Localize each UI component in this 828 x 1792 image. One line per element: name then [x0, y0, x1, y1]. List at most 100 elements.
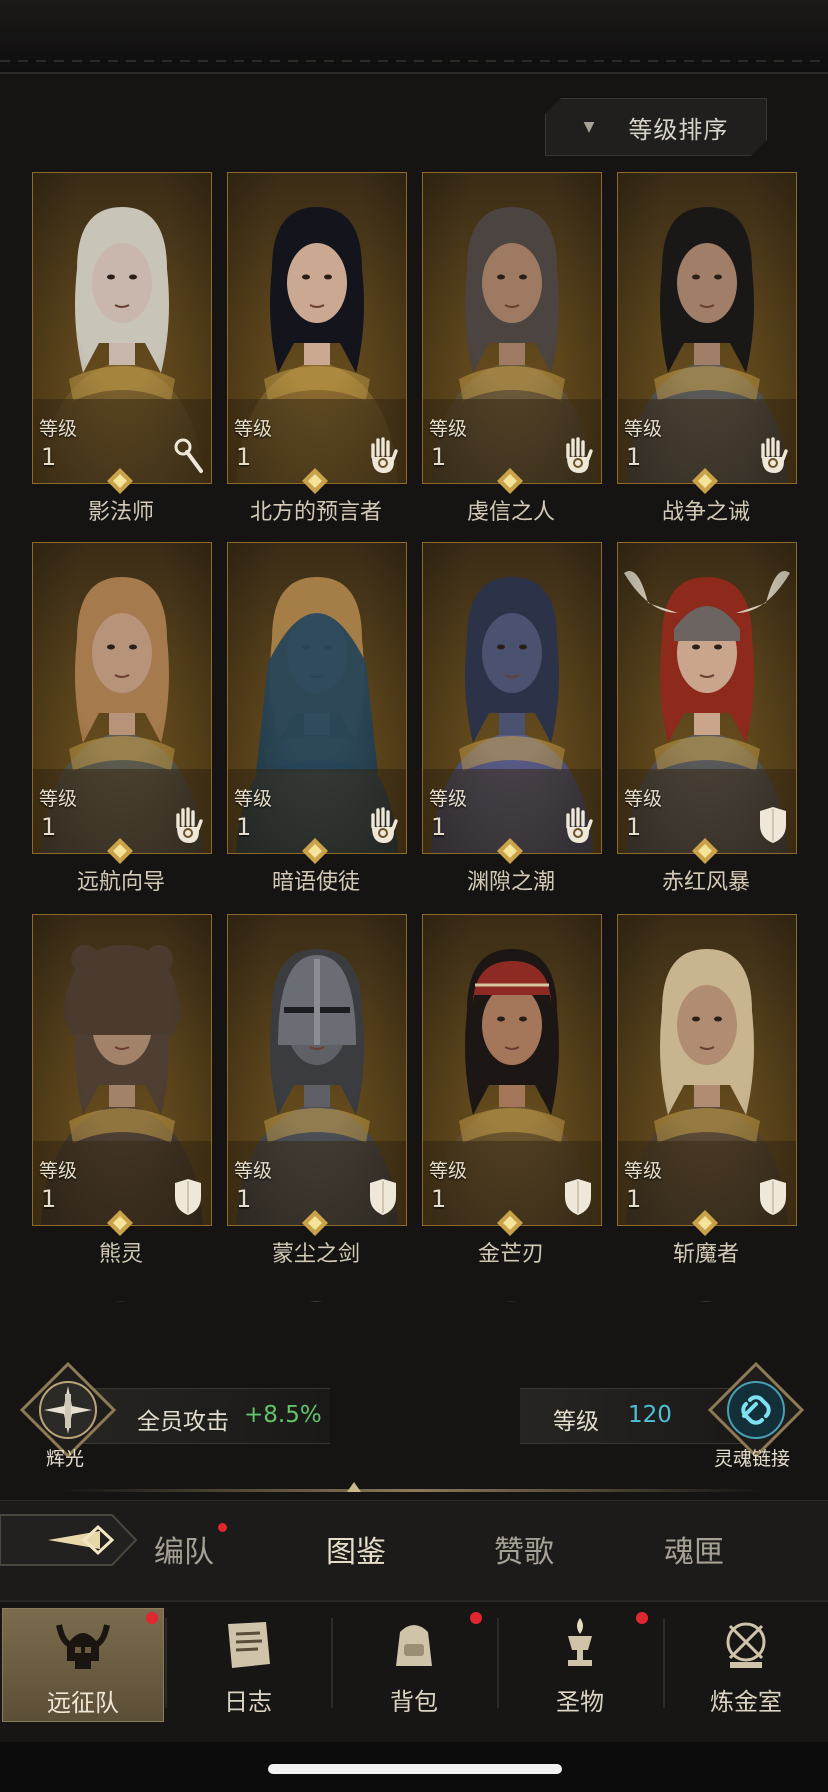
- relics-notification-dot: [636, 1612, 648, 1624]
- shield-icon: [370, 1179, 396, 1215]
- hero-portrait[interactable]: 等级 1: [617, 914, 797, 1226]
- gem-ornament-icon: [692, 838, 718, 864]
- backpack-notification-dot: [470, 1612, 482, 1624]
- sort-by-level-button[interactable]: ▼ 等级排序: [545, 98, 767, 156]
- tab-formation[interactable]: 编队: [154, 1527, 214, 1571]
- hero-name: 渊隙之潮: [466, 870, 555, 895]
- hero-card[interactable]: 等级 1 影法师: [32, 172, 212, 542]
- hero-card[interactable]: 等级 1 虔信之人: [422, 172, 602, 542]
- divider-tip-icon: [347, 1482, 361, 1492]
- gem-ornament-icon: [302, 1210, 328, 1236]
- nav-label: 远征队: [47, 1689, 119, 1717]
- hero-level-label: 等级: [624, 418, 663, 440]
- hero-portrait[interactable]: 等级 1: [32, 914, 212, 1226]
- back-button[interactable]: [0, 1505, 150, 1575]
- hero-level-label: 等级: [624, 1160, 663, 1182]
- hero-portrait[interactable]: 等级 1: [422, 542, 602, 854]
- hero-level-value: 1: [431, 443, 447, 471]
- hero-figure: [504, 1301, 518, 1302]
- alchemy-icon: [726, 1622, 766, 1668]
- subtab-bar: 编队 图鉴 赞歌 魂匣: [0, 1500, 828, 1602]
- home-indicator[interactable]: [268, 1764, 562, 1774]
- hero-card[interactable]: 等级 1 赤红风暴: [617, 542, 797, 912]
- soul-link-caption: 灵魂链接: [714, 1448, 791, 1470]
- hero-card[interactable]: 等级 1 蒙尘之剑: [227, 914, 407, 1284]
- hero-card[interactable]: 等级 1 战争之诫: [617, 172, 797, 542]
- hero-portrait[interactable]: 等级 1: [617, 172, 797, 484]
- nav-relics[interactable]: 圣物: [500, 1608, 660, 1720]
- hero-figure: [309, 1301, 323, 1302]
- hero-name: 蒙尘之剑: [271, 1242, 360, 1267]
- hero-portrait[interactable]: 等级 1: [617, 542, 797, 854]
- hero-collection-grid: 等级 1 影法师 等级 1 北方的预言者 等级 1 虔信之人 等级 1 战争之诫 等级 1 远航向导 等级 1 暗…: [32, 172, 802, 1302]
- nav-backpack[interactable]: 背包: [334, 1608, 494, 1720]
- hero-level-value: 1: [41, 1185, 57, 1213]
- hero-card[interactable]: 等级 1 远航向导: [32, 542, 212, 912]
- shield-icon: [565, 1179, 591, 1215]
- nav-alchemy[interactable]: 炼金室: [666, 1608, 826, 1720]
- nav-separator: [663, 1618, 665, 1708]
- nav-label: 日志: [224, 1688, 272, 1716]
- hero-level-label: 等级: [624, 788, 663, 810]
- collection-level-value: 120: [628, 1402, 672, 1428]
- hero-level-label: 等级: [429, 788, 468, 810]
- hero-card[interactable]: 等级 1 金芒刃: [422, 914, 602, 1284]
- collection-bonus-row: 辉光 全员攻击 +8.5% 等级 120 灵魂链接: [0, 1360, 828, 1470]
- hero-card[interactable]: 等级 1 暗语使徒: [227, 542, 407, 912]
- hero-portrait[interactable]: 等级 1: [227, 542, 407, 854]
- hero-level-label: 等级: [234, 1160, 273, 1182]
- hero-level-label: 等级: [39, 788, 78, 810]
- staff-icon: [174, 438, 203, 473]
- shield-icon: [760, 1179, 786, 1215]
- nav-separator: [497, 1618, 499, 1708]
- tab-codex[interactable]: 图鉴: [326, 1527, 386, 1571]
- tab-hymns[interactable]: 赞歌: [494, 1527, 554, 1571]
- nav-label: 圣物: [556, 1688, 604, 1716]
- hero-name: 赤红风暴: [661, 870, 750, 895]
- hand-icon: [566, 807, 593, 843]
- shield-icon: [175, 1179, 201, 1215]
- hero-card[interactable]: 等级 1 斩魔者: [617, 914, 797, 1284]
- nav-journal[interactable]: 日志: [168, 1608, 328, 1720]
- hand-icon: [371, 437, 398, 473]
- sort-label: 等级排序: [628, 115, 729, 144]
- gem-ornament-icon: [692, 1210, 718, 1236]
- gem-ornament-icon: [302, 838, 328, 864]
- gem-ornament-icon: [107, 838, 133, 864]
- hero-level-value: 1: [236, 813, 252, 841]
- hero-level-value: 1: [236, 1185, 252, 1213]
- hero-card-partial[interactable]: [227, 1297, 405, 1302]
- hero-card[interactable]: 等级 1 渊隙之潮: [422, 542, 602, 912]
- horned-helmet-icon: [56, 1624, 110, 1669]
- hero-portrait[interactable]: 等级 1: [227, 172, 407, 484]
- tab-soul-box[interactable]: 魂匣: [664, 1527, 724, 1571]
- hero-level-value: 1: [41, 443, 57, 471]
- hero-name: 远航向导: [76, 870, 165, 895]
- hero-portrait[interactable]: 等级 1: [32, 542, 212, 854]
- hero-portrait[interactable]: 等级 1: [422, 914, 602, 1226]
- caret-down-icon: ▼: [583, 119, 595, 135]
- hero-card-partial[interactable]: [617, 1297, 795, 1302]
- hero-level-value: 1: [626, 443, 642, 471]
- hero-name: 金芒刃: [477, 1242, 544, 1267]
- buff-value: +8.5%: [244, 1402, 322, 1428]
- hero-card-partial[interactable]: [32, 1297, 210, 1302]
- hero-figure: [114, 1301, 128, 1302]
- hero-portrait[interactable]: 等级 1: [422, 172, 602, 484]
- hero-name: 熊灵: [98, 1242, 143, 1267]
- hero-card[interactable]: 等级 1 北方的预言者: [227, 172, 407, 542]
- hero-name: 斩魔者: [672, 1242, 739, 1267]
- hero-portrait[interactable]: 等级 1: [32, 172, 212, 484]
- top-ornament-bar: [0, 0, 828, 74]
- hero-level-value: 1: [431, 813, 447, 841]
- formation-notification-dot: [218, 1523, 227, 1532]
- backpack-icon: [396, 1625, 432, 1666]
- nav-expedition[interactable]: 远征队: [2, 1608, 164, 1722]
- hero-card[interactable]: 等级 1 熊灵: [32, 914, 212, 1284]
- hero-card-partial[interactable]: [422, 1297, 600, 1302]
- arrow-left-icon: [0, 1514, 138, 1566]
- gem-ornament-icon: [497, 1210, 523, 1236]
- hero-portrait[interactable]: 等级 1: [227, 914, 407, 1226]
- hero-name: 北方的预言者: [249, 500, 382, 525]
- hero-level-value: 1: [626, 1185, 642, 1213]
